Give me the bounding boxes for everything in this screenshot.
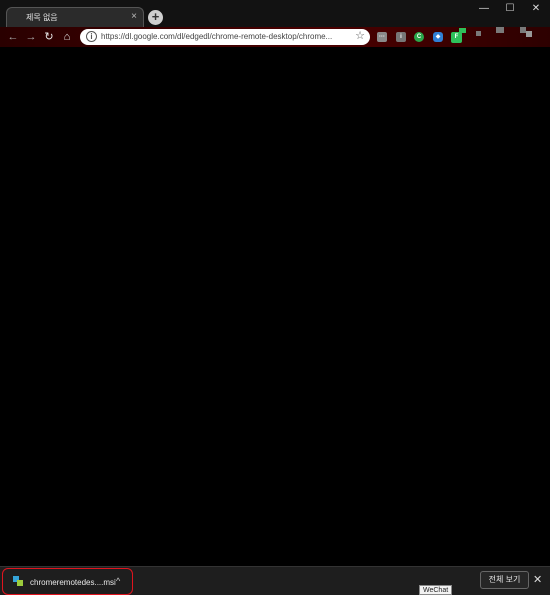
forward-arrow-icon[interactable]: → bbox=[24, 30, 38, 44]
minimize-window-icon[interactable]: — bbox=[472, 2, 496, 16]
back-arrow-icon[interactable]: ← bbox=[6, 30, 20, 44]
extension-1-icon[interactable]: ··· bbox=[377, 32, 387, 42]
address-bar[interactable]: i https://dl.google.com/dl/edgedl/chrome… bbox=[80, 29, 370, 45]
maximize-window-icon[interactable]: ☐ bbox=[498, 2, 522, 16]
show-all-downloads-button[interactable]: 전체 보기 bbox=[480, 571, 529, 589]
blurred-pixel bbox=[496, 27, 504, 33]
download-shelf: chromeremotedes....msi ^ WeChat 전체 보기 ✕ bbox=[0, 566, 550, 595]
extension-2-icon[interactable]: i bbox=[396, 32, 406, 42]
new-tab-button[interactable]: + bbox=[148, 10, 163, 25]
home-icon[interactable]: ⌂ bbox=[60, 30, 74, 44]
extension-4-icon[interactable]: ◆ bbox=[433, 32, 443, 42]
tab-close-icon[interactable]: × bbox=[131, 11, 137, 23]
browser-tab[interactable]: 제목 없음 × bbox=[6, 7, 144, 27]
title-bar: 제목 없음 × + — ☐ ✕ bbox=[0, 0, 550, 27]
wechat-tooltip: WeChat bbox=[419, 585, 453, 595]
tab-title: 제목 없음 bbox=[26, 13, 58, 22]
chevron-up-icon[interactable]: ^ bbox=[116, 576, 120, 586]
bookmark-star-icon[interactable]: ☆ bbox=[355, 30, 365, 43]
reload-icon[interactable]: ↻ bbox=[42, 30, 56, 44]
site-info-icon[interactable]: i bbox=[86, 31, 97, 42]
url-text[interactable]: https://dl.google.com/dl/edgedl/chrome-r… bbox=[101, 32, 348, 41]
page-content bbox=[0, 47, 550, 566]
extension-3-icon[interactable]: C bbox=[414, 32, 424, 42]
msi-file-icon bbox=[13, 576, 23, 587]
extension-badge bbox=[459, 28, 466, 33]
blurred-pixel bbox=[526, 31, 532, 37]
blurred-pixel bbox=[476, 31, 481, 36]
extension-5-icon[interactable]: F bbox=[451, 32, 462, 43]
close-shelf-icon[interactable]: ✕ bbox=[533, 573, 542, 587]
download-file-name: chromeremotedes....msi bbox=[30, 578, 116, 587]
browser-toolbar: ← → ↻ ⌂ i https://dl.google.com/dl/edged… bbox=[0, 27, 550, 47]
download-item[interactable]: chromeremotedes....msi ^ bbox=[2, 568, 133, 595]
close-window-icon[interactable]: ✕ bbox=[524, 2, 548, 16]
